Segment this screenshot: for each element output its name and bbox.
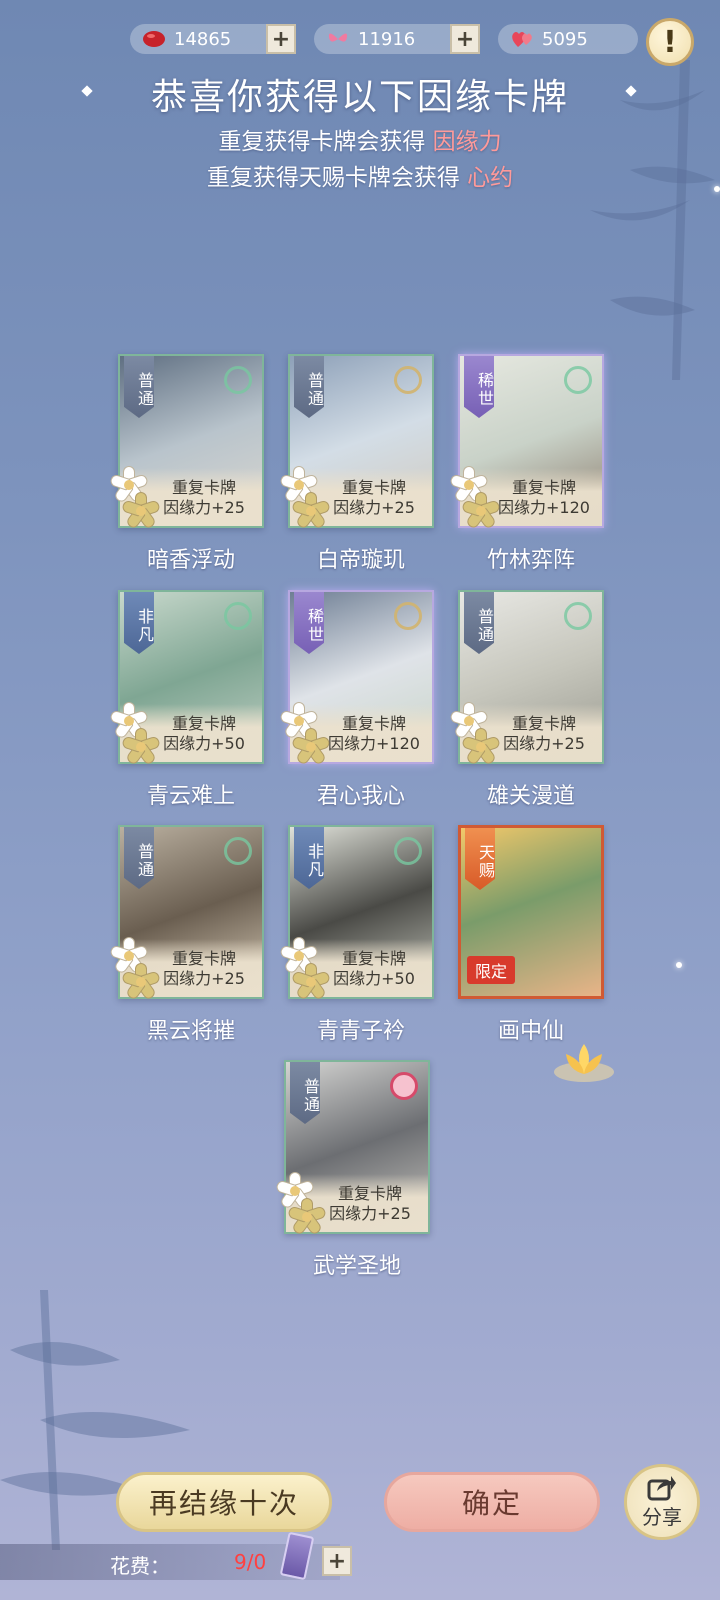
card-name: 白帝璇玑 [316, 548, 405, 573]
faction-emblem-icon [564, 602, 592, 630]
faction-emblem-icon [394, 837, 422, 865]
bond-power-reward: 因缘力+25 [163, 969, 245, 988]
limited-badge: 限定 [467, 956, 516, 984]
rarity-tag: 天赐 [465, 828, 495, 890]
card-name: 君心我心 [316, 784, 405, 809]
blossom-icon [291, 963, 331, 1001]
bond-power-reward: 因缘力+50 [163, 734, 245, 753]
cost-label: 花费： [110, 1554, 170, 1578]
bond-power-reward: 因缘力+25 [163, 498, 245, 517]
duplicate-reward-text: 重复卡牌 因缘力+50 [316, 949, 432, 989]
duplicate-reward-text: 重复卡牌 因缘力+120 [316, 714, 432, 754]
card-name: 暗香浮动 [146, 548, 235, 573]
duplicate-reward-text: 重复卡牌 因缘力+50 [146, 714, 262, 754]
blossom-icon [121, 963, 161, 1001]
duplicate-label: 重复卡牌 [171, 714, 236, 733]
blossom-icon [121, 728, 161, 766]
pink-butterfly-icon [328, 33, 348, 42]
card-name: 画中仙 [497, 1019, 564, 1044]
rarity-tag: 非凡 [294, 827, 324, 889]
duplicate-label: 重复卡牌 [511, 714, 576, 733]
faction-emblem-icon [224, 837, 252, 865]
duplicate-reward-text: 重复卡牌 因缘力+25 [316, 478, 432, 518]
duplicate-label: 重复卡牌 [511, 478, 576, 497]
duplicate-label: 重复卡牌 [341, 949, 406, 968]
glowing-lotus-icon [554, 1044, 614, 1082]
faction-emblem-icon [394, 366, 422, 394]
faction-emblem-icon [390, 1072, 418, 1100]
red-bean-icon [143, 31, 165, 47]
currency-butterfly: 11916 + [314, 22, 480, 56]
rarity-tag: 普通 [294, 356, 324, 418]
blossom-icon [121, 492, 161, 530]
duplicate-reward-text: 重复卡牌 因缘力+25 [312, 1184, 428, 1224]
card-name: 青青子衿 [316, 1019, 405, 1044]
faction-emblem-icon [224, 366, 252, 394]
duplicate-label: 重复卡牌 [171, 478, 236, 497]
rarity-tag: 非凡 [124, 592, 154, 654]
card-name: 青云难上 [146, 784, 235, 809]
rarity-tag: 普通 [464, 592, 494, 654]
bond-power-reward: 因缘力+120 [328, 734, 420, 753]
add-red-bean-button[interactable]: + [266, 24, 296, 54]
faction-emblem-icon [564, 366, 592, 394]
duplicate-label: 重复卡牌 [341, 478, 406, 497]
currency-value: 5095 [542, 28, 588, 50]
rarity-tag: 稀世 [294, 592, 324, 654]
blossom-icon [291, 492, 331, 530]
bond-power-reward: 因缘力+25 [329, 1204, 411, 1223]
bond-power-reward: 因缘力+25 [333, 498, 415, 517]
card[interactable]: 天赐 限定 [458, 825, 604, 999]
card-name: 黑云将摧 [146, 1019, 235, 1044]
blossom-icon [287, 1198, 327, 1236]
duplicate-reward-text: 重复卡牌 因缘力+25 [146, 478, 262, 518]
faction-emblem-icon [394, 602, 422, 630]
bond-power-reward: 因缘力+120 [498, 498, 590, 517]
subtitle-line-2: 重复获得天赐卡牌会获得 心约 [206, 165, 514, 191]
share-button[interactable]: 分享 [624, 1464, 700, 1540]
add-butterfly-button[interactable]: + [450, 24, 480, 54]
currency-value: 11916 [358, 28, 416, 50]
rarity-tag: 普通 [290, 1062, 320, 1124]
duplicate-reward-text: 重复卡牌 因缘力+25 [486, 714, 602, 754]
card-name: 竹林弈阵 [486, 548, 575, 573]
card-name: 雄关漫道 [486, 784, 575, 809]
page-title: 恭喜你获得以下因缘卡牌 [150, 77, 569, 118]
subtitle-line-1: 重复获得卡牌会获得 因缘力 [218, 129, 502, 155]
blossom-icon [461, 492, 501, 530]
duplicate-reward-text: 重复卡牌 因缘力+120 [486, 478, 602, 518]
confirm-button[interactable]: 确定 [384, 1472, 600, 1532]
duplicate-label: 重复卡牌 [341, 714, 406, 733]
draw-ten-again-button[interactable]: 再结缘十次 [116, 1472, 332, 1532]
faction-emblem-icon [224, 602, 252, 630]
currency-heart: 5095 [498, 22, 638, 56]
heart-pair-icon [512, 32, 532, 47]
duplicate-label: 重复卡牌 [171, 949, 236, 968]
cost-value: 9/0 [234, 1550, 267, 1574]
share-label: 分享 [642, 1504, 682, 1529]
info-button[interactable]: ! [646, 18, 694, 66]
rarity-tag: 普通 [124, 356, 154, 418]
add-ticket-button[interactable]: + [322, 1546, 352, 1576]
duplicate-reward-text: 重复卡牌 因缘力+25 [146, 949, 262, 989]
bond-power-reward: 因缘力+50 [333, 969, 415, 988]
duplicate-label: 重复卡牌 [337, 1184, 402, 1203]
rarity-tag: 普通 [124, 827, 154, 889]
rarity-tag: 稀世 [464, 356, 494, 418]
card-name: 武学圣地 [312, 1254, 401, 1279]
blossom-icon [291, 728, 331, 766]
share-icon [647, 1475, 676, 1500]
blossom-icon [461, 728, 501, 766]
sparkle [676, 962, 682, 968]
currency-value: 14865 [174, 28, 232, 50]
sparkle [714, 186, 720, 192]
bond-power-reward: 因缘力+25 [503, 734, 585, 753]
currency-red-bean: 14865 + [130, 22, 296, 56]
